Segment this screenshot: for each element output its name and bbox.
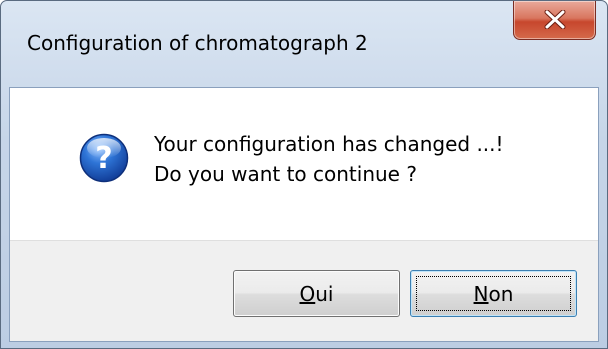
close-button[interactable] <box>513 1 596 40</box>
oui-mnemonic: O <box>299 281 316 306</box>
window-title: Configuration of chromatograph 2 <box>27 31 368 55</box>
message-line-2: Do you want to continue ? <box>154 162 417 186</box>
button-bar: Oui Non <box>10 240 598 341</box>
svg-text:?: ? <box>95 141 112 176</box>
non-button[interactable]: Non <box>410 270 577 317</box>
oui-button[interactable]: Oui <box>233 270 400 317</box>
non-button-label: Non <box>474 282 514 306</box>
question-icon: ? <box>79 133 129 183</box>
close-icon <box>544 10 566 29</box>
oui-label-rest: ui <box>315 281 334 306</box>
oui-button-label: Oui <box>300 282 334 306</box>
title-bar[interactable]: Configuration of chromatograph 2 <box>1 1 607 87</box>
message-text: Your configuration has changed ...! Do y… <box>154 129 504 189</box>
message-area: ? Your configuration has changed ...! Do… <box>10 88 598 240</box>
message-line-1: Your configuration has changed ...! <box>154 132 504 156</box>
non-mnemonic: N <box>473 281 489 306</box>
dialog-window: Configuration of chromatograph 2 ? Your … <box>0 0 608 349</box>
non-label-rest: on <box>488 281 514 306</box>
dialog-client-area: ? Your configuration has changed ...! Do… <box>9 87 599 342</box>
